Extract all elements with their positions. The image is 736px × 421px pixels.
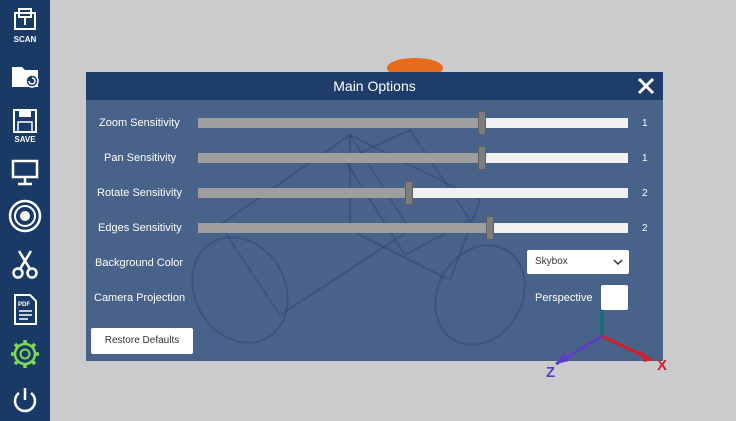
background-color-label: Background Color — [95, 257, 184, 269]
open-button[interactable] — [5, 56, 45, 96]
slider-thumb[interactable] — [477, 111, 486, 135]
slider-fill — [198, 153, 482, 163]
pan-sensitivity-slider[interactable] — [198, 146, 628, 170]
zoom-sensitivity-value: 1 — [642, 118, 648, 129]
z-axis-label: Z — [546, 364, 556, 381]
scan-button[interactable]: SCAN — [5, 6, 45, 46]
settings-button[interactable] — [5, 334, 45, 374]
edges-sensitivity-label: Edges Sensitivity — [98, 222, 182, 234]
view-options-button[interactable] — [5, 196, 45, 236]
sidebar: SCAN SAVE PDF — [0, 0, 50, 421]
pdf-button[interactable]: PDF — [5, 290, 45, 330]
scan-label: SCAN — [14, 35, 37, 44]
rotate-sensitivity-label: Rotate Sensitivity — [97, 187, 182, 199]
background-color-value: Skybox — [535, 256, 568, 267]
edges-sensitivity-slider[interactable] — [198, 216, 628, 240]
slider-thumb[interactable] — [477, 146, 486, 170]
scan-icon: SCAN — [14, 8, 37, 44]
cut-button[interactable] — [5, 244, 45, 284]
background-color-select[interactable]: Skybox — [527, 250, 629, 274]
z-axis-arrow — [556, 352, 569, 364]
pdf-icon: PDF — [14, 294, 37, 325]
zoom-sensitivity-label: Zoom Sensitivity — [99, 117, 180, 129]
scissors-icon — [12, 250, 38, 279]
pdf-label: PDF — [18, 302, 30, 308]
close-icon — [637, 77, 655, 95]
folder-icon — [12, 67, 39, 88]
pan-sensitivity-value: 1 — [642, 153, 648, 164]
slider-thumb[interactable] — [486, 216, 495, 240]
rotate-sensitivity-slider[interactable] — [198, 181, 628, 205]
close-button[interactable] — [635, 75, 657, 97]
axis-gizmo — [555, 310, 653, 366]
view-options-icon — [8, 199, 42, 233]
display-button[interactable] — [5, 152, 45, 192]
monitor-icon — [11, 159, 39, 186]
x-axis-label: X — [657, 357, 668, 374]
pan-sensitivity-label: Pan Sensitivity — [104, 152, 177, 164]
save-button[interactable]: SAVE — [5, 106, 45, 146]
restore-defaults-button[interactable]: Restore Defaults — [91, 328, 193, 354]
power-icon — [13, 388, 37, 413]
edges-sensitivity-value: 2 — [642, 223, 648, 234]
zoom-sensitivity-slider[interactable] — [198, 111, 628, 135]
camera-projection-label: Camera Projection — [94, 292, 186, 304]
save-label: SAVE — [14, 135, 36, 144]
dialog-header: Main Options — [86, 72, 663, 100]
power-button[interactable] — [5, 380, 45, 420]
slider-fill — [198, 118, 482, 128]
gear-icon — [11, 340, 39, 368]
rotate-sensitivity-value: 2 — [642, 188, 648, 199]
chevron-down-icon — [613, 259, 623, 266]
dialog-title: Main Options — [333, 78, 416, 94]
slider-fill — [198, 188, 409, 198]
slider-fill — [198, 223, 491, 233]
save-icon: SAVE — [13, 109, 37, 144]
slider-thumb[interactable] — [404, 181, 413, 205]
